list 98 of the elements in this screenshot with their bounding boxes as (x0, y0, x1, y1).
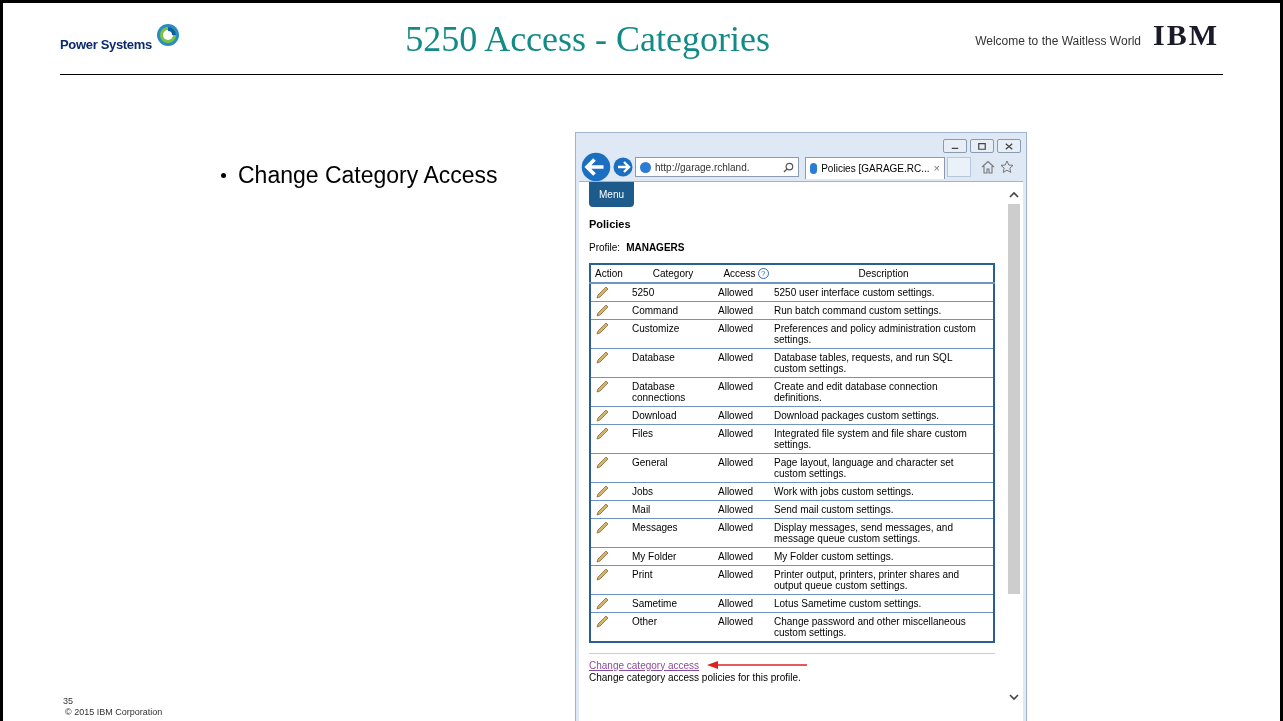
description-cell: Download packages custom settings. (774, 406, 994, 424)
home-icon[interactable] (981, 160, 995, 174)
bullet-text: Change Category Access (238, 161, 498, 190)
url-text: http://garage.rchland. (655, 160, 750, 175)
profile-value: MANAGERS (626, 240, 685, 255)
category-cell: Database connections (628, 377, 718, 406)
pencil-icon[interactable] (596, 285, 609, 299)
pencil-icon[interactable] (596, 502, 609, 516)
swirl-logo-icon (155, 22, 180, 47)
star-icon[interactable] (1000, 160, 1014, 174)
access-cell: Allowed (718, 565, 774, 594)
change-access-link[interactable]: Change category access (589, 657, 700, 673)
access-cell: Allowed (718, 482, 774, 500)
access-cell: Allowed (718, 594, 774, 612)
category-cell: Jobs (628, 482, 718, 500)
description-cell: Change password and other miscellaneous custom settings. (774, 612, 994, 642)
pencil-icon[interactable] (596, 567, 609, 581)
description-cell: Page layout, language and character set custom settings. (774, 453, 994, 482)
column-header: Access ? (718, 263, 774, 283)
pencil-icon[interactable] (596, 614, 609, 628)
description-cell: My Folder custom settings. (774, 547, 994, 565)
column-header: Action (590, 263, 628, 283)
description-cell: Printer output, printers, printer shares and output queue custom settings. (774, 565, 994, 594)
description-cell: Database tables, requests, and run SQL custom settings. (774, 348, 994, 377)
category-cell: My Folder (628, 547, 718, 565)
page-number: 35 (63, 695, 74, 706)
page-heading: Policies (589, 217, 632, 232)
category-cell: 5250 (628, 282, 718, 301)
category-cell: Other (628, 612, 718, 642)
pencil-icon[interactable] (596, 303, 609, 317)
menu-button[interactable]: Menu (589, 182, 634, 207)
access-cell: Allowed (718, 424, 774, 453)
brand-name: Power Systems (60, 35, 152, 54)
browser-tab[interactable]: Policies [GARAGE.RC... × (805, 157, 945, 179)
info-icon (640, 161, 651, 173)
column-header: Category (628, 263, 718, 283)
pencil-icon[interactable] (596, 549, 609, 563)
pencil-icon[interactable] (596, 426, 609, 440)
description-cell: Integrated file system and file share custom settings. (774, 424, 994, 453)
category-cell: Mail (628, 500, 718, 518)
access-cell: Allowed (718, 406, 774, 424)
minimize-icon[interactable] (943, 139, 967, 153)
access-cell: Allowed (718, 319, 774, 348)
info-icon (810, 163, 818, 174)
description-cell: Work with jobs custom settings. (774, 482, 994, 500)
pencil-icon[interactable] (596, 520, 609, 534)
address-bar[interactable]: http://garage.rchland. (635, 157, 799, 177)
scrollbar-thumb[interactable] (1008, 204, 1020, 594)
access-cell: Allowed (718, 301, 774, 319)
access-cell: Allowed (718, 612, 774, 642)
maximize-icon[interactable] (970, 139, 994, 153)
access-cell: Allowed (718, 348, 774, 377)
profile-label: Profile: (589, 240, 621, 255)
description-cell: 5250 user interface custom settings. (774, 282, 994, 301)
category-cell: Customize (628, 319, 718, 348)
tab-close-button[interactable]: × (933, 160, 940, 177)
access-cell: Allowed (718, 500, 774, 518)
column-header: Description (774, 263, 994, 283)
pencil-icon[interactable] (596, 596, 609, 610)
access-cell: Allowed (718, 518, 774, 547)
description-cell: Run batch command custom settings. (774, 301, 994, 319)
category-cell: Sametime (628, 594, 718, 612)
tagline: Welcome to the Waitless World (975, 32, 1141, 50)
category-cell: Files (628, 424, 718, 453)
category-cell: Download (628, 406, 718, 424)
description-cell: Display messages, send messages, and message queue custom settings. (774, 518, 994, 547)
description-cell: Create and edit database connection definitions. (774, 377, 994, 406)
search-icon[interactable] (783, 161, 794, 173)
pencil-icon[interactable] (596, 321, 609, 335)
pencil-icon[interactable] (596, 408, 609, 422)
description-cell: Send mail custom settings. (774, 500, 994, 518)
access-cell: Allowed (718, 282, 774, 301)
forward-icon[interactable] (613, 157, 633, 177)
scroll-down-icon[interactable] (1009, 692, 1019, 702)
category-cell: General (628, 453, 718, 482)
link-description: Change category access policies for this profile. (589, 672, 802, 683)
description-cell: Preferences and policy administration custom settings. (774, 319, 994, 348)
pencil-icon[interactable] (596, 350, 609, 364)
description-cell: Lotus Sametime custom settings. (774, 594, 994, 612)
copyright: © 2015 IBM Corporation (65, 705, 163, 719)
category-cell: Database (628, 348, 718, 377)
bullet-icon (221, 172, 226, 178)
back-icon[interactable] (581, 152, 611, 182)
category-cell: Messages (628, 518, 718, 547)
access-cell: Allowed (718, 547, 774, 565)
access-cell: Allowed (718, 453, 774, 482)
category-cell: Print (628, 565, 718, 594)
access-cell: Allowed (718, 377, 774, 406)
ibm-logo: IBM (1153, 19, 1219, 50)
pencil-icon[interactable] (596, 484, 609, 498)
slide-title: 5250 Access - Categories (404, 17, 772, 61)
tab-title: Policies [GARAGE.RC... (821, 162, 930, 176)
category-cell: Command (628, 301, 718, 319)
pencil-icon[interactable] (596, 379, 609, 393)
close-icon[interactable] (997, 139, 1021, 153)
pencil-icon[interactable] (596, 455, 609, 469)
arrow-icon (707, 661, 808, 669)
scroll-up-icon[interactable] (1009, 190, 1019, 200)
